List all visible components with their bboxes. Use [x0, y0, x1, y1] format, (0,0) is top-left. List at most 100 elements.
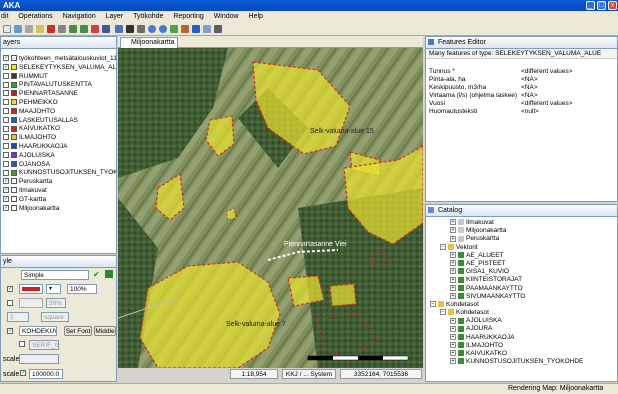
catalog-item[interactable]: + KUNNOSTUSOJITUKSEN_TYOKOHDE [426, 358, 617, 366]
stroke-width-field[interactable]: 1 [7, 312, 29, 322]
feature-attribute-row[interactable]: Vuosi <different values> [426, 100, 617, 108]
layer-item[interactable]: KUNNOSTUSOJITUKSEN_TYOKOHDE [1, 169, 116, 178]
layer-visibility-checkbox[interactable] [3, 116, 9, 123]
layer-item[interactable]: HAARUKKAOJA [1, 143, 116, 152]
layer-visibility-checkbox[interactable] [3, 125, 9, 132]
max-scale-field[interactable]: 100000.0 [29, 369, 63, 379]
catalog-title[interactable]: Catalog [438, 207, 462, 214]
label-placement-button[interactable]: Middle [94, 326, 116, 336]
catalog-item[interactable]: + Ilmakuvat [426, 219, 617, 227]
collapse-icon[interactable]: − [430, 301, 436, 308]
attribute-value[interactable]: <different values> [521, 68, 573, 75]
copy-icon[interactable] [25, 25, 33, 33]
expand-icon[interactable]: + [450, 333, 456, 340]
settings-icon[interactable] [214, 25, 222, 33]
valuma-alue-polygon-9[interactable] [329, 283, 357, 307]
menu-reporting[interactable]: Reporting [173, 13, 203, 20]
menu-layer[interactable]: Layer [106, 13, 124, 20]
expand-icon[interactable]: + [450, 317, 456, 324]
expand-icon[interactable]: + [450, 358, 456, 365]
menu-operations[interactable]: Operations [18, 13, 52, 20]
attribute-value[interactable]: <NA> [521, 76, 538, 83]
menu-help[interactable]: Help [249, 13, 263, 20]
layer-item[interactable]: MAAJOHTO [1, 108, 116, 117]
fill-checkbox[interactable]: ✓ [7, 286, 15, 293]
expand-icon[interactable]: + [450, 252, 456, 259]
catalog-item[interactable]: + AJOLUISKA [426, 317, 617, 325]
layer-item[interactable]: AJOLUISKA [1, 152, 116, 161]
delete-icon[interactable] [47, 25, 55, 33]
cut-icon[interactable] [58, 25, 66, 33]
tab-miljoonakartta[interactable]: Miljoonakartta [120, 37, 178, 48]
layers-icon[interactable] [203, 25, 211, 33]
expand-icon[interactable]: + [450, 284, 456, 291]
layer-item[interactable]: PINTAVALUTUSKENTTA [1, 81, 116, 90]
close-window-button[interactable]: x [608, 1, 617, 10]
collapse-icon[interactable]: − [440, 309, 446, 316]
menu-tyokohde[interactable]: Työkohde [133, 13, 163, 20]
layer-visibility-checkbox[interactable] [3, 169, 9, 176]
layer-visibility-checkbox[interactable]: ✓ [3, 204, 9, 211]
layer-visibility-checkbox[interactable] [3, 160, 9, 167]
measure-icon[interactable] [192, 25, 200, 33]
expand-icon[interactable]: + [450, 350, 456, 357]
layer-item[interactable]: ✓ Miljoonakartta [1, 205, 116, 214]
layer-item[interactable]: ✓ Peruskartta [1, 178, 116, 187]
catalog-item[interactable]: + AE_ALUEET [426, 252, 617, 260]
set-font-button[interactable]: Set Font [64, 326, 92, 336]
layer-item[interactable]: ILMAJOHTO [1, 134, 116, 143]
feature-attribute-row[interactable]: Keskipuusto, m3/ha <NA> [426, 84, 617, 92]
catalog-item[interactable]: + KAIVUKATKO [426, 350, 617, 358]
layer-visibility-checkbox[interactable]: ✓ [3, 196, 9, 203]
collapse-icon[interactable]: − [440, 243, 446, 250]
layer-item[interactable]: ✓ Ilmakuvat [1, 187, 116, 196]
maximize-button[interactable]: □ [597, 1, 606, 10]
layer-visibility-checkbox[interactable]: ✓ [3, 187, 9, 194]
layer-visibility-checkbox[interactable]: ✓ [3, 55, 9, 62]
fill-opacity-field[interactable]: 100% [67, 284, 97, 294]
catalog-item[interactable]: + ILMAJOHTO [426, 342, 617, 350]
cancel-icon[interactable] [91, 25, 99, 33]
menu-navigation[interactable]: Navigation [63, 13, 96, 20]
expand-icon[interactable]: + [450, 325, 456, 332]
menu-window[interactable]: Window [214, 13, 239, 20]
save-style-icon[interactable] [105, 270, 113, 278]
undo-icon[interactable] [69, 25, 77, 33]
layer-visibility-checkbox[interactable] [3, 99, 9, 106]
layer-item[interactable]: ✓ työkohteen_metsätalouskuviot_119073 [1, 55, 116, 64]
minimize-button[interactable]: _ [586, 1, 595, 10]
layers-panel-title[interactable]: ayers [3, 39, 20, 46]
layer-item[interactable]: OJANOSA [1, 161, 116, 170]
map-canvas[interactable]: Selk-valuma-alue 15 Piennartasanne Viei … [118, 48, 423, 368]
layer-visibility-checkbox[interactable] [3, 152, 9, 159]
fill-color-dropdown[interactable]: ▾ [46, 284, 61, 294]
catalog-item[interactable]: − Vektorit [426, 244, 617, 252]
catalog-item[interactable]: + PAAMAANKAYTTO [426, 285, 617, 293]
label-checkbox[interactable]: ✓ [7, 328, 15, 335]
attribute-value[interactable]: <null> [521, 108, 539, 115]
attribute-value[interactable]: <different values> [521, 100, 573, 107]
layer-item[interactable]: PIENNARTASANNE [1, 90, 116, 99]
expand-icon[interactable]: + [450, 276, 456, 283]
stroke-opacity-field[interactable]: 50% [46, 298, 66, 308]
valuma-alue-polygon-8[interactable] [287, 275, 325, 307]
layer-visibility-checkbox[interactable] [3, 90, 9, 97]
feature-attribute-row[interactable]: Huomautusteksti <null> [426, 108, 617, 116]
stroke-color-swatch[interactable] [19, 298, 43, 308]
expand-icon[interactable]: + [450, 342, 456, 349]
min-scale-field[interactable] [19, 354, 59, 364]
edit-icon[interactable] [181, 25, 189, 33]
expand-icon[interactable]: + [450, 268, 456, 275]
layer-visibility-checkbox[interactable]: ✓ [3, 178, 9, 185]
catalog-item[interactable]: − Kohdetasot [426, 309, 617, 317]
catalog-item[interactable]: + SIVUMAANKAYTTO [426, 293, 617, 301]
zoom-out-icon[interactable] [159, 25, 167, 33]
refresh-icon[interactable] [170, 25, 178, 33]
info-icon[interactable] [115, 25, 123, 33]
layer-visibility-checkbox[interactable] [3, 134, 9, 141]
zoom-in-icon[interactable] [148, 25, 156, 33]
paste-icon[interactable] [36, 25, 44, 33]
expand-icon[interactable]: + [450, 227, 456, 234]
max-scale-checkbox[interactable]: ✓ [20, 370, 28, 377]
expand-icon[interactable]: + [450, 219, 456, 226]
